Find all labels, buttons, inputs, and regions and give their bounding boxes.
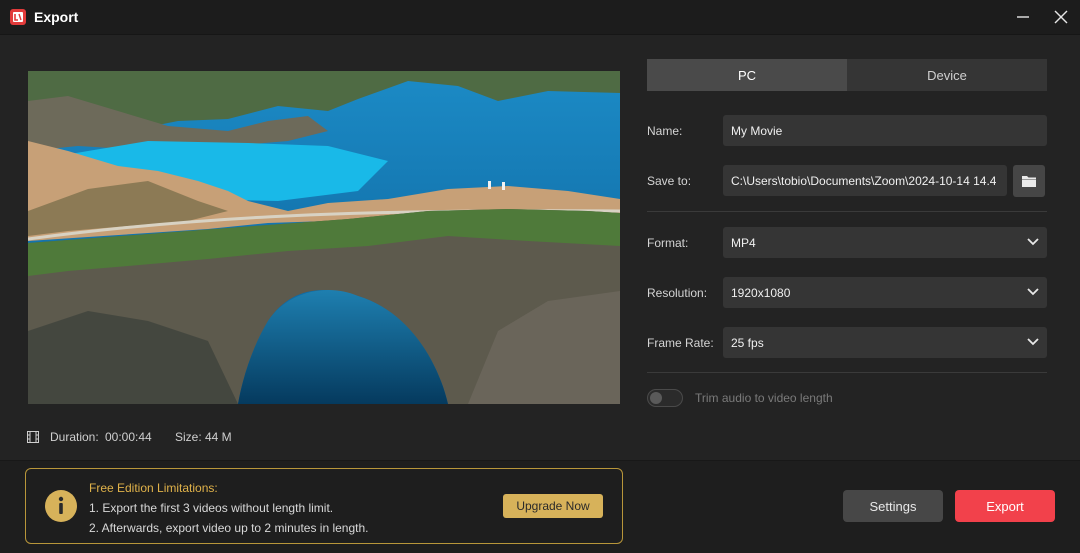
settings-button[interactable]: Settings (843, 490, 943, 522)
divider (647, 211, 1047, 212)
save-to-label: Save to: (647, 174, 692, 188)
name-label: Name: (647, 124, 683, 138)
export-button[interactable]: Export (955, 490, 1055, 522)
resolution-value: 1920x1080 (731, 285, 791, 300)
browse-folder-button[interactable] (1013, 165, 1045, 197)
format-value: MP4 (731, 235, 756, 250)
frame-rate-value: 25 fps (731, 335, 764, 350)
trim-audio-label: Trim audio to video length (695, 391, 833, 405)
notice-line-2: 2. Afterwards, export video up to 2 minu… (89, 521, 369, 535)
window-title: Export (34, 9, 79, 25)
notice-title: Free Edition Limitations: (89, 481, 218, 495)
upgrade-now-button[interactable]: Upgrade Now (503, 494, 603, 518)
format-label: Format: (647, 236, 689, 250)
folder-icon (1022, 176, 1036, 187)
format-select[interactable]: MP4 (723, 227, 1047, 258)
close-icon (1054, 10, 1068, 24)
divider (647, 372, 1047, 373)
save-path-value: C:\Users\tobio\Documents\Zoom\2024-10-14… (731, 173, 997, 188)
trim-audio-toggle[interactable] (647, 389, 683, 407)
minimize-icon (1017, 16, 1029, 18)
chevron-down-icon (1027, 338, 1039, 346)
notice-line-1: 1. Export the first 3 videos without len… (89, 501, 334, 515)
name-value: My Movie (731, 123, 783, 138)
tab-pc[interactable]: PC (647, 59, 847, 91)
export-target-tabs: PC Device (647, 59, 1047, 91)
video-preview (28, 71, 620, 404)
duration-value: 00:00:44 (105, 430, 152, 444)
frame-rate-label: Frame Rate: (647, 336, 714, 350)
size-value: 44 M (205, 430, 232, 444)
info-icon (45, 490, 77, 522)
film-icon (27, 431, 39, 443)
duration-label: Duration: (50, 430, 99, 444)
name-input[interactable]: My Movie (723, 115, 1047, 146)
resolution-select[interactable]: 1920x1080 (723, 277, 1047, 308)
chevron-down-icon (1027, 238, 1039, 246)
tab-device[interactable]: Device (847, 59, 1047, 91)
frame-rate-select[interactable]: 25 fps (723, 327, 1047, 358)
title-bar: Export (0, 0, 1080, 35)
minimize-button[interactable] (1010, 6, 1036, 28)
toggle-knob (650, 392, 662, 404)
preview-image (28, 71, 620, 404)
app-logo-icon (10, 9, 26, 25)
chevron-down-icon (1027, 288, 1039, 296)
save-path-input[interactable]: C:\Users\tobio\Documents\Zoom\2024-10-14… (723, 165, 1007, 196)
close-button[interactable] (1048, 6, 1074, 28)
resolution-label: Resolution: (647, 286, 708, 300)
size-label: Size: (175, 430, 202, 444)
